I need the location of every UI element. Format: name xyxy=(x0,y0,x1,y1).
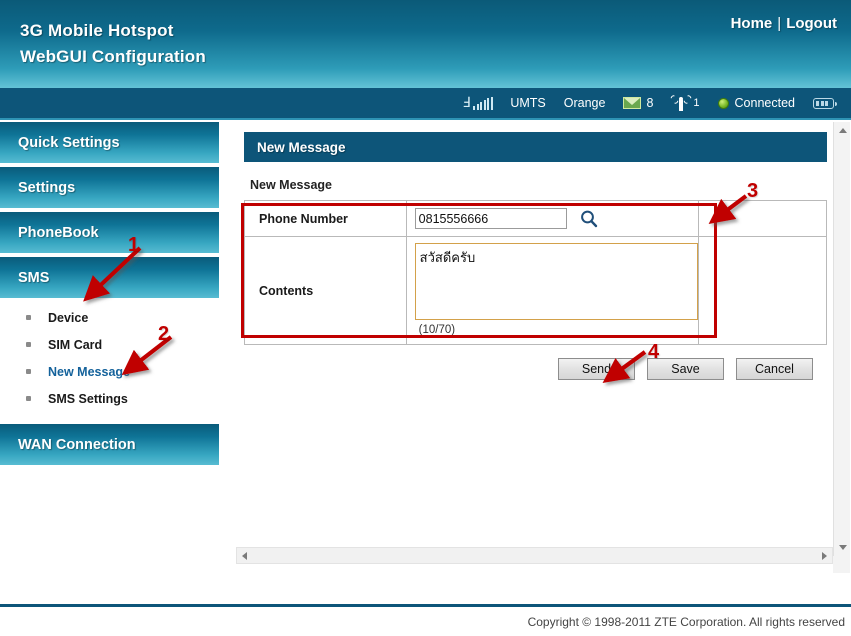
cancel-button[interactable]: Cancel xyxy=(736,358,813,380)
annotation-number-4: 4 xyxy=(648,341,660,363)
page-title: New Message xyxy=(257,139,346,155)
cell-tower-icon xyxy=(669,93,694,111)
sms-count-indicator: 8 xyxy=(614,88,662,118)
sidebar-subitem-sms-settings[interactable]: SMS Settings xyxy=(0,385,219,412)
table-row-phone-number: Phone Number xyxy=(244,200,828,237)
sidebar-item-wan-connection[interactable]: WAN Connection xyxy=(0,424,219,465)
sidebar-subitem-new-message[interactable]: New Message xyxy=(0,358,219,385)
network-mode: UMTS xyxy=(510,96,546,110)
brand-title-line1: 3G Mobile Hotspot xyxy=(20,21,174,40)
sidebar-item-quick-settings[interactable]: Quick Settings xyxy=(0,122,219,163)
page-footer: Copyright © 1998-2011 ZTE Corporation. A… xyxy=(0,604,851,636)
contents-label: Contents xyxy=(244,236,407,345)
scroll-down-arrow-icon[interactable] xyxy=(834,539,851,556)
main-content: New Message New Message Phone Number 081… xyxy=(236,122,836,572)
tower-count-value: 1 xyxy=(693,97,700,109)
section-label: New Message xyxy=(250,178,332,192)
panel-title-bar: New Message xyxy=(244,132,827,162)
sidebar-nav: Quick Settings Settings PhoneBook SMS De… xyxy=(0,122,219,469)
battery-indicator xyxy=(804,88,843,118)
carrier-name: Orange xyxy=(563,96,606,110)
sidebar-item-sms[interactable]: SMS xyxy=(0,257,219,298)
phone-row-spacer xyxy=(697,200,828,237)
content-horizontal-scrollbar[interactable] xyxy=(236,547,833,564)
sidebar-subitem-sim-card[interactable]: SIM Card xyxy=(0,331,219,358)
tower-indicator: 1 xyxy=(662,88,708,118)
envelope-icon xyxy=(623,97,642,109)
form-button-row: Send Save Cancel xyxy=(244,358,827,380)
sidebar-subitem-label: SIM Card xyxy=(48,337,103,352)
signal-bars-icon: Ⅎ xyxy=(462,95,493,111)
bullet-icon xyxy=(26,315,31,320)
content-vertical-scrollbar[interactable] xyxy=(833,122,850,556)
annotation-number-1: 1 xyxy=(128,234,140,256)
bullet-icon xyxy=(26,369,31,374)
sidebar-item-label: PhoneBook xyxy=(18,224,99,241)
scroll-left-arrow-icon[interactable] xyxy=(237,548,252,563)
copyright-text: Copyright © 1998-2011 ZTE Corporation. A… xyxy=(527,615,845,629)
magnifier-icon[interactable] xyxy=(579,209,599,229)
connection-indicator: Connected xyxy=(709,88,804,118)
sms-count-value: 8 xyxy=(646,96,654,110)
new-message-form-table: Phone Number Contents (10/70) xyxy=(244,200,828,345)
sidebar-item-phonebook[interactable]: PhoneBook xyxy=(0,212,219,253)
sidebar-subitem-device[interactable]: Device xyxy=(0,304,219,331)
sidebar-item-label: WAN Connection xyxy=(18,436,136,453)
character-counter: (10/70) xyxy=(418,324,456,336)
sidebar-item-label: SMS xyxy=(18,269,50,286)
phone-number-input[interactable] xyxy=(414,208,567,229)
bullet-icon xyxy=(26,342,31,347)
webgui-page: 3G Mobile Hotspot WebGUI Configuration H… xyxy=(0,0,851,636)
brand-title-line2: WebGUI Configuration xyxy=(20,47,206,66)
page-header: 3G Mobile Hotspot WebGUI Configuration H… xyxy=(0,0,851,88)
sidebar-item-label: Settings xyxy=(18,179,76,196)
sidebar-subitem-label: New Message xyxy=(48,364,130,379)
green-status-dot-icon xyxy=(717,97,729,109)
phone-number-cell xyxy=(405,200,699,237)
brand-title: 3G Mobile Hotspot WebGUI Configuration xyxy=(20,18,206,70)
header-link-separator: | xyxy=(777,15,782,32)
annotation-number-2: 2 xyxy=(158,323,170,345)
logout-link[interactable]: Logout xyxy=(786,15,837,32)
send-button[interactable]: Send xyxy=(558,358,635,380)
phone-number-label: Phone Number xyxy=(244,200,407,237)
status-bar: Ⅎ UMTS Orange 8 1 Connected xyxy=(0,88,851,120)
annotation-number-3: 3 xyxy=(747,180,759,202)
sidebar-item-settings[interactable]: Settings xyxy=(0,167,219,208)
home-link[interactable]: Home xyxy=(731,15,773,32)
battery-icon xyxy=(813,97,837,109)
scroll-right-arrow-icon[interactable] xyxy=(817,548,832,563)
sidebar-subitem-label: SMS Settings xyxy=(48,391,128,406)
header-links: Home | Logout xyxy=(731,15,837,32)
contents-row-spacer xyxy=(697,236,828,345)
signal-strength: Ⅎ xyxy=(453,88,501,118)
bullet-icon xyxy=(26,396,31,401)
sidebar-item-label: Quick Settings xyxy=(18,134,120,151)
contents-cell: (10/70) xyxy=(405,236,699,345)
sms-submenu: Device SIM Card New Message SMS Settings xyxy=(0,304,219,412)
table-row-contents: Contents (10/70) xyxy=(244,236,828,345)
contents-textarea[interactable] xyxy=(414,243,698,320)
scroll-up-arrow-icon[interactable] xyxy=(834,122,851,139)
sidebar-subitem-label: Device xyxy=(48,310,89,325)
status-bar-items: Ⅎ UMTS Orange 8 1 Connected xyxy=(453,88,843,118)
scrollbar-corner xyxy=(833,556,850,573)
connection-status-label: Connected xyxy=(734,96,795,110)
